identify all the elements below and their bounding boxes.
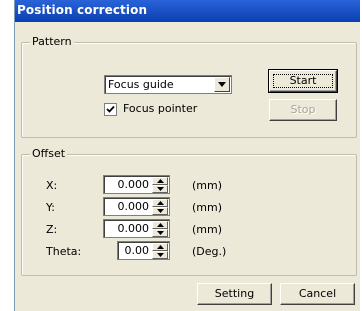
y-offset-value: 0.000 [117, 200, 150, 213]
y-spinner[interactable] [152, 199, 168, 215]
z-offset-input[interactable]: 0.000 [103, 219, 170, 238]
arrow-up-icon[interactable] [152, 221, 168, 229]
stop-button[interactable]: Stop [269, 99, 337, 121]
cancel-button[interactable]: Cancel [280, 283, 355, 305]
pattern-select[interactable]: Focus guide [104, 75, 232, 94]
chevron-down-icon[interactable] [214, 77, 230, 92]
x-unit: (mm) [192, 179, 223, 192]
theta-label: Theta: [46, 245, 82, 258]
arrow-up-icon[interactable] [152, 199, 168, 207]
focus-pointer-label: Focus pointer [123, 102, 198, 115]
y-unit: (mm) [192, 201, 223, 214]
z-unit: (mm) [192, 223, 223, 236]
cancel-button-label: Cancel [298, 287, 337, 300]
x-spinner[interactable] [152, 177, 168, 193]
offset-group: Offset X: 0.000 (mm) Y: 0.000 (mm) Z: 0.… [21, 147, 357, 276]
x-offset-input[interactable]: 0.000 [103, 175, 170, 194]
y-offset-input[interactable]: 0.000 [103, 197, 170, 216]
setting-button[interactable]: Setting [197, 283, 272, 305]
start-button[interactable]: Start [268, 69, 338, 93]
window-title: Position correction [17, 3, 148, 17]
arrow-down-icon[interactable] [152, 185, 168, 193]
arrow-down-icon[interactable] [152, 207, 168, 215]
z-label: Z: [46, 223, 58, 236]
checkmark-icon [106, 105, 115, 113]
arrow-down-icon[interactable] [152, 229, 168, 237]
y-label: Y: [46, 201, 55, 214]
pattern-select-value: Focus guide [108, 78, 174, 91]
stop-button-label: Stop [290, 103, 316, 116]
theta-offset-value: 0.00 [124, 244, 150, 257]
position-correction-dialog: Position correction Pattern Focus guide … [14, 0, 360, 311]
setting-button-label: Setting [214, 287, 255, 300]
pattern-legend: Pattern [30, 35, 74, 48]
theta-unit: (Deg.) [192, 245, 227, 258]
theta-offset-input[interactable]: 0.00 [117, 241, 170, 260]
z-offset-value: 0.000 [117, 222, 150, 235]
z-spinner[interactable] [152, 221, 168, 237]
x-offset-value: 0.000 [117, 178, 150, 191]
arrow-up-icon[interactable] [152, 243, 168, 251]
arrow-up-icon[interactable] [152, 177, 168, 185]
theta-spinner[interactable] [152, 243, 168, 259]
x-label: X: [46, 179, 58, 192]
arrow-down-icon[interactable] [152, 251, 168, 259]
start-button-label: Start [289, 74, 317, 87]
pattern-group: Pattern Focus guide Focus pointer Start … [21, 35, 357, 138]
focus-pointer-checkbox[interactable] [104, 103, 117, 116]
offset-legend: Offset [30, 147, 68, 160]
title-bar[interactable]: Position correction [15, 0, 360, 22]
